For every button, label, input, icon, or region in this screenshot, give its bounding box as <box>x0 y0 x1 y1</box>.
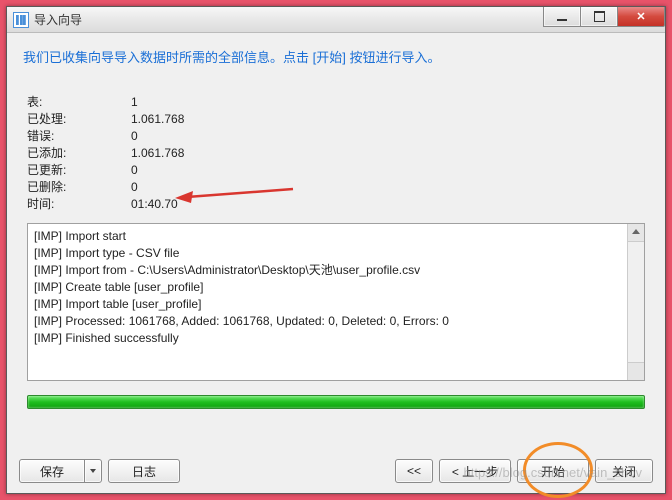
stat-value: 0 <box>131 128 138 145</box>
stat-row: 时间:01:40.70 <box>27 196 645 213</box>
log-line: [IMP] Create table [user_profile] <box>34 279 621 296</box>
stat-value: 0 <box>131 162 138 179</box>
first-button[interactable]: << <box>395 459 433 483</box>
log-line: [IMP] Finished successfully <box>34 330 621 347</box>
stat-value: 1 <box>131 94 138 111</box>
stat-label: 已处理: <box>27 111 131 128</box>
stat-row: 已处理:1.061.768 <box>27 111 645 128</box>
stat-value: 01:40.70 <box>131 196 178 213</box>
log-line: [IMP] Import table [user_profile] <box>34 296 621 313</box>
stat-label: 已添加: <box>27 145 131 162</box>
save-button[interactable]: 保存 <box>19 459 85 483</box>
stat-label: 已删除: <box>27 179 131 196</box>
close-button[interactable]: 关闭 <box>595 459 653 483</box>
stat-label: 表: <box>27 94 131 111</box>
window-title: 导入向导 <box>34 11 82 28</box>
progress-bar <box>27 395 645 409</box>
log-line: [IMP] Import type - CSV file <box>34 245 621 262</box>
log-panel: [IMP] Import start [IMP] Import type - C… <box>27 223 645 381</box>
minimize-button[interactable] <box>543 7 581 27</box>
log-text[interactable]: [IMP] Import start [IMP] Import type - C… <box>28 224 627 380</box>
button-row: 保存 日志 << < 上一步 开始 关闭 <box>19 459 653 483</box>
stat-value: 1.061.768 <box>131 111 184 128</box>
titlebar[interactable]: 导入向导 <box>7 7 665 33</box>
content-area: 我们已收集向导导入数据时所需的全部信息。点击 [开始] 按钮进行导入。 表:1 … <box>7 33 665 493</box>
window-controls <box>544 7 665 27</box>
stat-row: 错误:0 <box>27 128 645 145</box>
stat-row: 已删除:0 <box>27 179 645 196</box>
app-icon <box>13 12 29 28</box>
instruction-text: 我们已收集向导导入数据时所需的全部信息。点击 [开始] 按钮进行导入。 <box>23 47 649 66</box>
log-line: [IMP] Import start <box>34 228 621 245</box>
stats-panel: 表:1 已处理:1.061.768 错误:0 已添加:1.061.768 已更新… <box>27 94 645 213</box>
maximize-button[interactable] <box>580 7 618 27</box>
log-line: [IMP] Processed: 1061768, Added: 1061768… <box>34 313 621 330</box>
stat-label: 已更新: <box>27 162 131 179</box>
close-window-button[interactable] <box>617 7 665 27</box>
log-button[interactable]: 日志 <box>108 459 180 483</box>
stat-label: 错误: <box>27 128 131 145</box>
save-dropdown-button[interactable] <box>84 459 102 483</box>
scroll-up-icon[interactable] <box>632 229 640 234</box>
log-scrollbar[interactable] <box>627 224 644 380</box>
start-button[interactable]: 开始 <box>517 459 589 483</box>
stat-row: 表:1 <box>27 94 645 111</box>
log-line: [IMP] Import from - C:\Users\Administrat… <box>34 262 621 279</box>
stat-row: 已添加:1.061.768 <box>27 145 645 162</box>
prev-button[interactable]: < 上一步 <box>439 459 511 483</box>
import-wizard-window: 导入向导 我们已收集向导导入数据时所需的全部信息。点击 [开始] 按钮进行导入。… <box>6 6 666 494</box>
stat-label: 时间: <box>27 196 131 213</box>
scroll-down-icon[interactable] <box>632 370 640 375</box>
stat-value: 0 <box>131 179 138 196</box>
stat-row: 已更新:0 <box>27 162 645 179</box>
stat-value: 1.061.768 <box>131 145 184 162</box>
